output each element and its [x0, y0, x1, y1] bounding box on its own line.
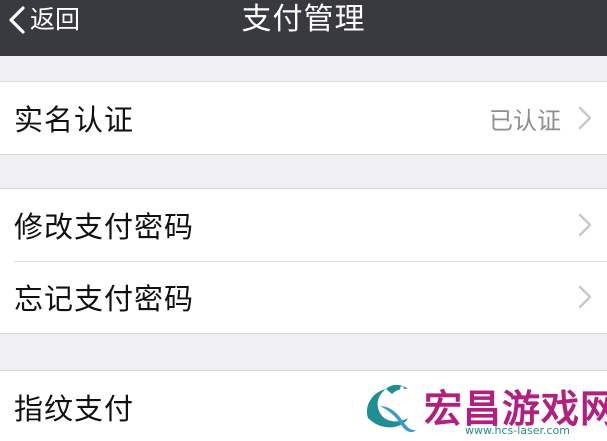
row-label: 实名认证: [14, 103, 135, 137]
dragon-logo-icon: [366, 384, 416, 433]
row-forgot-payment-password[interactable]: 忘记支付密码: [0, 261, 607, 333]
watermark-url: www.hcs-laser.com: [465, 424, 570, 437]
chevron-right-icon: [578, 213, 592, 237]
site-watermark: 宏昌游戏网 www.hcs-laser.com: [352, 378, 607, 441]
payment-management-screen: 返回 支付管理 实名认证 已认证 修改支付密码 忘记支付密码 指纹支付 宏昌游戏…: [0, 0, 607, 441]
row-label: 修改支付密码: [14, 210, 195, 244]
settings-group-password: 修改支付密码 忘记支付密码: [0, 188, 607, 334]
settings-group-verification: 实名认证 已认证: [0, 81, 607, 155]
page-title: 支付管理: [241, 2, 366, 37]
row-label: 指纹支付: [14, 392, 135, 426]
navigation-bar: 返回 支付管理: [0, 0, 607, 56]
chevron-right-icon: [578, 106, 592, 130]
chevron-right-icon: [578, 285, 592, 309]
row-real-name-verification[interactable]: 实名认证 已认证: [0, 82, 607, 154]
verification-status: 已认证: [489, 106, 561, 135]
row-change-payment-password[interactable]: 修改支付密码: [0, 189, 607, 261]
row-label: 忘记支付密码: [14, 282, 195, 316]
